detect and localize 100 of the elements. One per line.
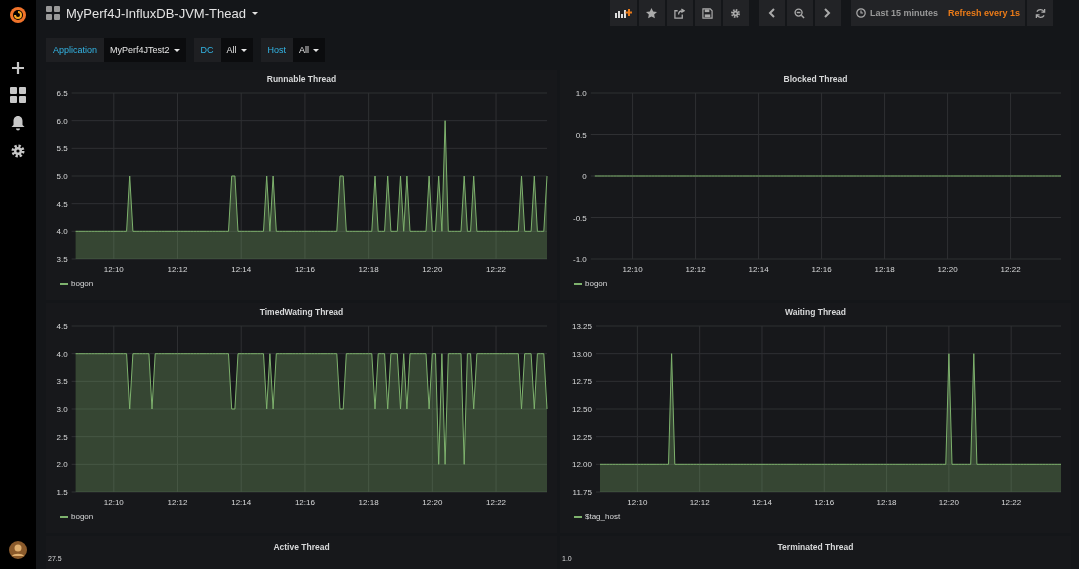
axis-tick-label: 12:18 (874, 265, 895, 274)
legend-label[interactable]: bogon (71, 279, 94, 288)
axis-tick-label: 11.75 (572, 488, 592, 497)
variable-label: Host (260, 38, 294, 62)
axis-tick-label: 12:16 (294, 265, 315, 274)
axis-tick-label: 12.75 (571, 377, 592, 387)
variable-dropdown[interactable]: All (293, 38, 326, 62)
axis-tick-label: 12:10 (627, 498, 648, 507)
axis-tick-label: 4.0 (56, 349, 68, 359)
axis-tick-label: 12:22 (486, 498, 507, 507)
legend-label[interactable]: bogon (71, 512, 94, 521)
panel-title[interactable]: TimedWating Thread (259, 303, 344, 320)
axis-tick-label: 12:20 (422, 498, 443, 507)
axis-tick-label: 2.0 (56, 460, 68, 470)
axis-tick-label: 12:12 (685, 265, 706, 274)
logo-icon[interactable] (8, 5, 28, 25)
axis-tick-label: 3.5 (56, 255, 68, 264)
variable-dropdown[interactable]: MyPerf4JTest2 (104, 38, 186, 62)
axis-tick-label: 12:20 (422, 265, 443, 274)
chevron-right-icon (824, 8, 832, 18)
axis-tick-label: 12:16 (294, 498, 315, 507)
axis-tick-label: 12:18 (358, 265, 379, 274)
settings-button[interactable] (722, 0, 749, 26)
axis-tick-label: 5.5 (56, 144, 68, 154)
variable-label: Application (46, 38, 105, 62)
dashboard-title[interactable]: MyPerf4J-InfluxDB-JVM-Thead (66, 5, 258, 21)
axis-tick-label: 12.50 (571, 405, 592, 414)
chevron-left-icon (768, 8, 776, 18)
axis-tick-label: 4.5 (56, 322, 68, 331)
axis-tick-label: 12:16 (811, 265, 832, 274)
axis-tick-label: 3.0 (56, 405, 68, 414)
panel-title[interactable]: Blocked Thread (783, 70, 848, 87)
panel-title[interactable]: Terminated Thread (777, 536, 854, 555)
variable-label: DC (193, 38, 221, 62)
panel-title[interactable]: Active Thread (273, 536, 330, 555)
bell-icon[interactable] (11, 115, 25, 131)
axis-tick-label: -1.0 (573, 255, 587, 264)
save-icon (702, 7, 714, 19)
axis-tick-label: 12:18 (358, 498, 379, 507)
axis-tick-label: 5.0 (56, 172, 68, 181)
legend-label[interactable]: bogon (585, 279, 608, 288)
axis-tick-label: 12:16 (814, 498, 835, 507)
axis-tick-label: 13.25 (571, 322, 592, 331)
axis-tick-label: 12:14 (231, 498, 252, 507)
zoom-out-button[interactable] (786, 0, 813, 26)
axis-tick-label: 12.00 (571, 460, 592, 470)
axis-tick-label: 12:12 (167, 265, 188, 274)
axis-tick-label: 13.00 (571, 349, 592, 359)
forward-button[interactable] (814, 0, 841, 26)
legend-swatch (60, 515, 68, 518)
axis-tick-label: 4.5 (56, 199, 68, 209)
settings-icon (730, 7, 742, 19)
axis-tick-label: 12:22 (486, 265, 507, 274)
zoom-icon (794, 7, 806, 19)
refresh-icon (1034, 7, 1046, 19)
axis-tick-label: 1.0 (575, 89, 587, 98)
legend-label[interactable]: $tag_host (585, 512, 621, 521)
axis-tick-label: 6.0 (56, 116, 68, 126)
axis-tick-label: 12:12 (689, 498, 710, 507)
axis-tick-label: 12:22 (1001, 498, 1022, 507)
axis-tick-label: 12:14 (748, 265, 769, 274)
panel-title[interactable]: Runnable Thread (266, 70, 337, 87)
axis-tick-label: 12:14 (231, 265, 252, 274)
axis-tick-label: 12:20 (938, 498, 959, 507)
add-panel-icon (614, 8, 632, 18)
plus-icon[interactable] (11, 61, 25, 75)
refresh-button[interactable] (1027, 0, 1053, 26)
variable-dropdown[interactable]: All (220, 38, 253, 62)
save-button[interactable] (694, 0, 721, 26)
settings-icon[interactable] (10, 143, 26, 159)
axis-tick-label: 12:10 (103, 265, 124, 274)
axis-tick-label: 12:12 (167, 498, 188, 507)
legend-swatch (60, 282, 68, 285)
axis-tick-label: 0.5 (575, 130, 587, 140)
axis-tick-label: 1.5 (56, 488, 68, 497)
back-button[interactable] (758, 0, 785, 26)
axis-tick-label: 12:18 (876, 498, 897, 507)
axis-tick-label: 3.5 (56, 377, 68, 387)
axis-tick-label: 12:14 (751, 498, 772, 507)
legend-swatch (574, 515, 582, 518)
axis-tick-label: 12:22 (1000, 265, 1021, 274)
panel-title[interactable]: Waiting Thread (784, 303, 847, 320)
share-button[interactable] (666, 0, 693, 26)
axis-tick-label: 0 (582, 172, 587, 181)
axis-tick-label: -0.5 (573, 213, 587, 223)
axis-tick-label: 12:10 (103, 498, 124, 507)
axis-tick-label: 6.5 (56, 89, 68, 98)
axis-tick-label: 12.25 (571, 432, 592, 442)
axis-tick-label: 4.0 (56, 227, 68, 237)
dashboard-icon (46, 6, 60, 20)
star-icon (646, 7, 658, 19)
star-button[interactable] (638, 0, 665, 26)
legend-swatch (574, 282, 582, 285)
axis-tick-label: 2.5 (56, 432, 68, 442)
add-panel-button[interactable] (609, 0, 637, 26)
dashboard-icon[interactable] (10, 87, 26, 103)
avatar-icon[interactable] (9, 541, 27, 559)
time-picker[interactable]: Last 15 minutes Refresh every 1s (850, 0, 1025, 26)
clock-icon (855, 8, 866, 18)
axis-tick-label: 12:10 (622, 265, 643, 274)
